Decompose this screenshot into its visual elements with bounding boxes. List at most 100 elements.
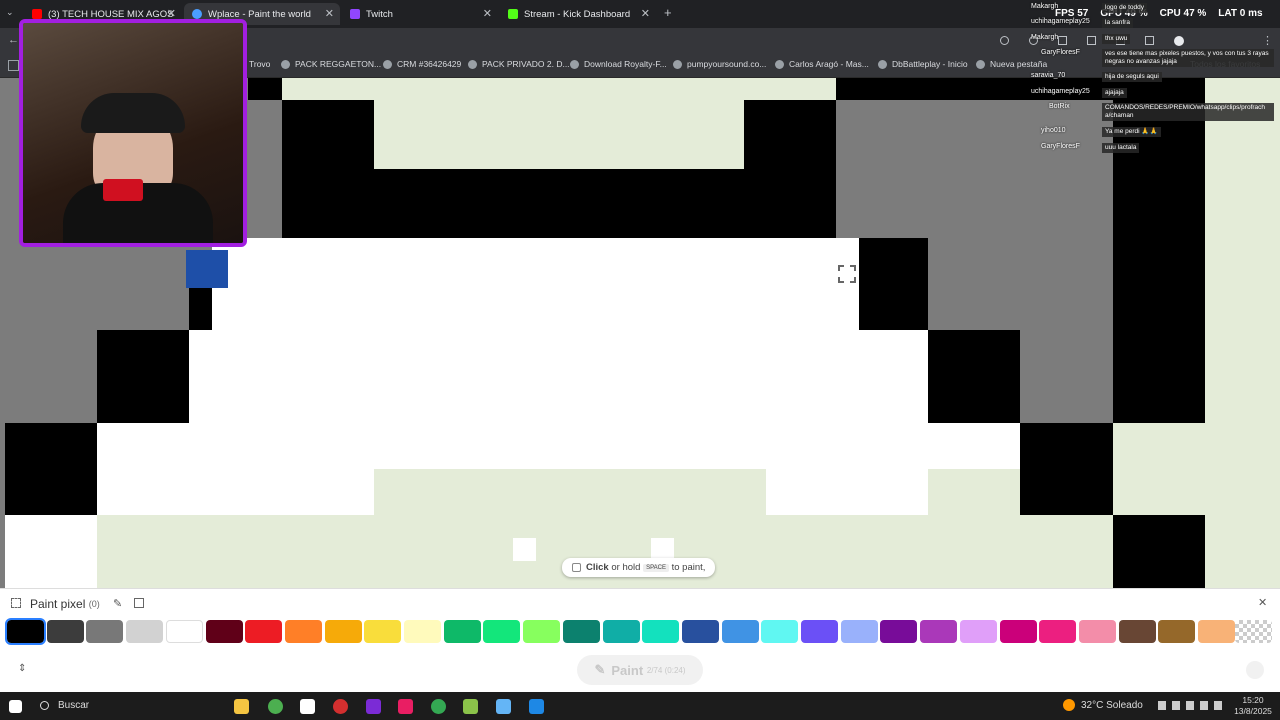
- color-swatch[interactable]: [642, 620, 680, 643]
- wifi-icon[interactable]: [1200, 701, 1208, 710]
- color-swatch[interactable]: [245, 620, 283, 643]
- sun-icon: [1063, 699, 1075, 711]
- color-swatch[interactable]: [324, 620, 362, 643]
- apps-icon[interactable]: [8, 60, 19, 71]
- color-swatch[interactable]: [483, 620, 521, 643]
- locate-icon[interactable]: [1246, 661, 1264, 679]
- color-swatch[interactable]: [880, 620, 918, 643]
- color-swatch[interactable]: [840, 620, 878, 643]
- chrome-icon[interactable]: [268, 699, 283, 714]
- windows-start-icon[interactable]: [9, 700, 22, 713]
- color-swatch[interactable]: [443, 620, 481, 643]
- pixel-block: [5, 515, 97, 588]
- chrome-profile-icon[interactable]: [431, 699, 446, 714]
- color-swatch[interactable]: [602, 620, 640, 643]
- pencil-icon[interactable]: ✎: [113, 597, 122, 610]
- tiktok-icon[interactable]: [398, 699, 413, 714]
- color-swatch[interactable]: [364, 620, 402, 643]
- pixel-block: [282, 100, 374, 238]
- pixel-block: [859, 238, 928, 330]
- bookmark-icon: [976, 59, 985, 69]
- system-tray: [1158, 701, 1238, 711]
- close-icon[interactable]: ✕: [641, 7, 650, 20]
- paint-panel: Paint pixel (0) ✎ ✕ ⇕ ✎ Paint 2/74 (0:24…: [0, 588, 1280, 692]
- chevron-up-icon[interactable]: [1158, 701, 1166, 710]
- pixel-block: [189, 284, 212, 330]
- color-swatch[interactable]: [1198, 620, 1235, 643]
- color-swatch[interactable]: [1078, 620, 1116, 643]
- file-explorer-icon[interactable]: [234, 699, 249, 714]
- capcut-icon[interactable]: [300, 699, 315, 714]
- transparent-swatch[interactable]: [1235, 620, 1272, 643]
- color-swatch[interactable]: [761, 620, 799, 643]
- map-area: [928, 469, 1020, 515]
- chat-message: ves ese tiene mas pixeles puestos, y vos…: [1102, 49, 1274, 67]
- back-icon[interactable]: ←: [8, 34, 19, 46]
- bookmark-item[interactable]: PACK REGGAETON...: [281, 59, 381, 69]
- pixel-block: [212, 238, 859, 330]
- close-icon[interactable]: ✕: [483, 7, 492, 20]
- bookmark-item[interactable]: Trovo: [249, 59, 270, 69]
- microphone: [103, 179, 143, 201]
- color-swatch[interactable]: [165, 620, 203, 643]
- color-swatch[interactable]: [562, 620, 600, 643]
- app-icon[interactable]: [333, 699, 348, 714]
- bookmark-item[interactable]: Carlos Aragó - Mas...: [775, 59, 869, 69]
- color-swatch[interactable]: [1158, 620, 1196, 643]
- color-swatch[interactable]: [86, 620, 124, 643]
- bookmark-item[interactable]: Download Royalty-F...: [570, 59, 667, 69]
- bookmark-item[interactable]: DbBattleplay - Inicio: [878, 59, 968, 69]
- color-swatch[interactable]: [959, 620, 997, 643]
- notepad-icon[interactable]: [496, 699, 511, 714]
- color-swatch[interactable]: [801, 620, 838, 643]
- bookmark-item[interactable]: pumpyoursound.co...: [673, 59, 766, 69]
- expand-icon[interactable]: ⇕: [18, 663, 26, 674]
- bookmark-item[interactable]: PACK PRIVADO 2. D...: [468, 59, 570, 69]
- color-swatch[interactable]: [404, 620, 441, 643]
- color-swatch[interactable]: [205, 620, 243, 643]
- mic-icon[interactable]: [1172, 701, 1180, 710]
- color-swatch[interactable]: [523, 620, 561, 643]
- taskbar-search[interactable]: Buscar: [40, 700, 89, 711]
- close-icon[interactable]: ✕: [325, 7, 334, 20]
- twitch-icon: [350, 9, 360, 19]
- color-swatch[interactable]: [1039, 620, 1077, 643]
- close-panel-button[interactable]: ✕: [1258, 596, 1267, 609]
- tab-twitch[interactable]: Twitch ✕: [342, 3, 498, 25]
- space-key: SPACE: [643, 563, 669, 572]
- chat-username: Makargh: [1031, 34, 1059, 41]
- obs-icon[interactable]: [366, 699, 381, 714]
- paint-hint: Click or hold SPACE to paint,: [562, 558, 716, 577]
- paint-button[interactable]: ✎ Paint 2/74 (0:24): [577, 655, 703, 685]
- bluestacks-icon[interactable]: [463, 699, 478, 714]
- selected-pixel[interactable]: [186, 250, 228, 288]
- color-swatch[interactable]: [1118, 620, 1156, 643]
- map-area: [97, 515, 1113, 588]
- color-swatch[interactable]: [284, 620, 322, 643]
- save-icon[interactable]: [134, 598, 144, 608]
- bookmark-icon: [468, 59, 477, 69]
- color-swatch[interactable]: [681, 620, 719, 643]
- color-swatch[interactable]: [999, 620, 1037, 643]
- battery-icon[interactable]: [1186, 701, 1194, 710]
- color-swatch[interactable]: [5, 618, 46, 645]
- map-area: [374, 100, 744, 169]
- color-swatch[interactable]: [721, 620, 759, 643]
- volume-icon[interactable]: [1214, 701, 1222, 710]
- color-swatch[interactable]: [46, 620, 84, 643]
- clock[interactable]: 15:20 13/8/2025: [1232, 695, 1274, 717]
- chat-message: ajajaja: [1102, 88, 1127, 98]
- paint-app-icon[interactable]: [529, 699, 544, 714]
- fullscreen-icon[interactable]: [11, 598, 21, 608]
- weather-widget[interactable]: 32°C Soleado: [1063, 699, 1143, 711]
- tab-kick[interactable]: Stream - Kick Dashboard ✕: [500, 3, 656, 25]
- tab-search-icon[interactable]: ⌄: [6, 7, 14, 18]
- panel-title: Paint pixel (0): [30, 597, 100, 611]
- color-swatch[interactable]: [126, 620, 164, 643]
- color-swatch[interactable]: [920, 620, 958, 643]
- bookmark-icon: [570, 59, 579, 69]
- bookmark-icon: [281, 59, 290, 69]
- new-tab-button[interactable]: +: [664, 5, 672, 20]
- bookmark-item[interactable]: CRM #36426429: [383, 59, 461, 69]
- pixel-block: [97, 330, 189, 423]
